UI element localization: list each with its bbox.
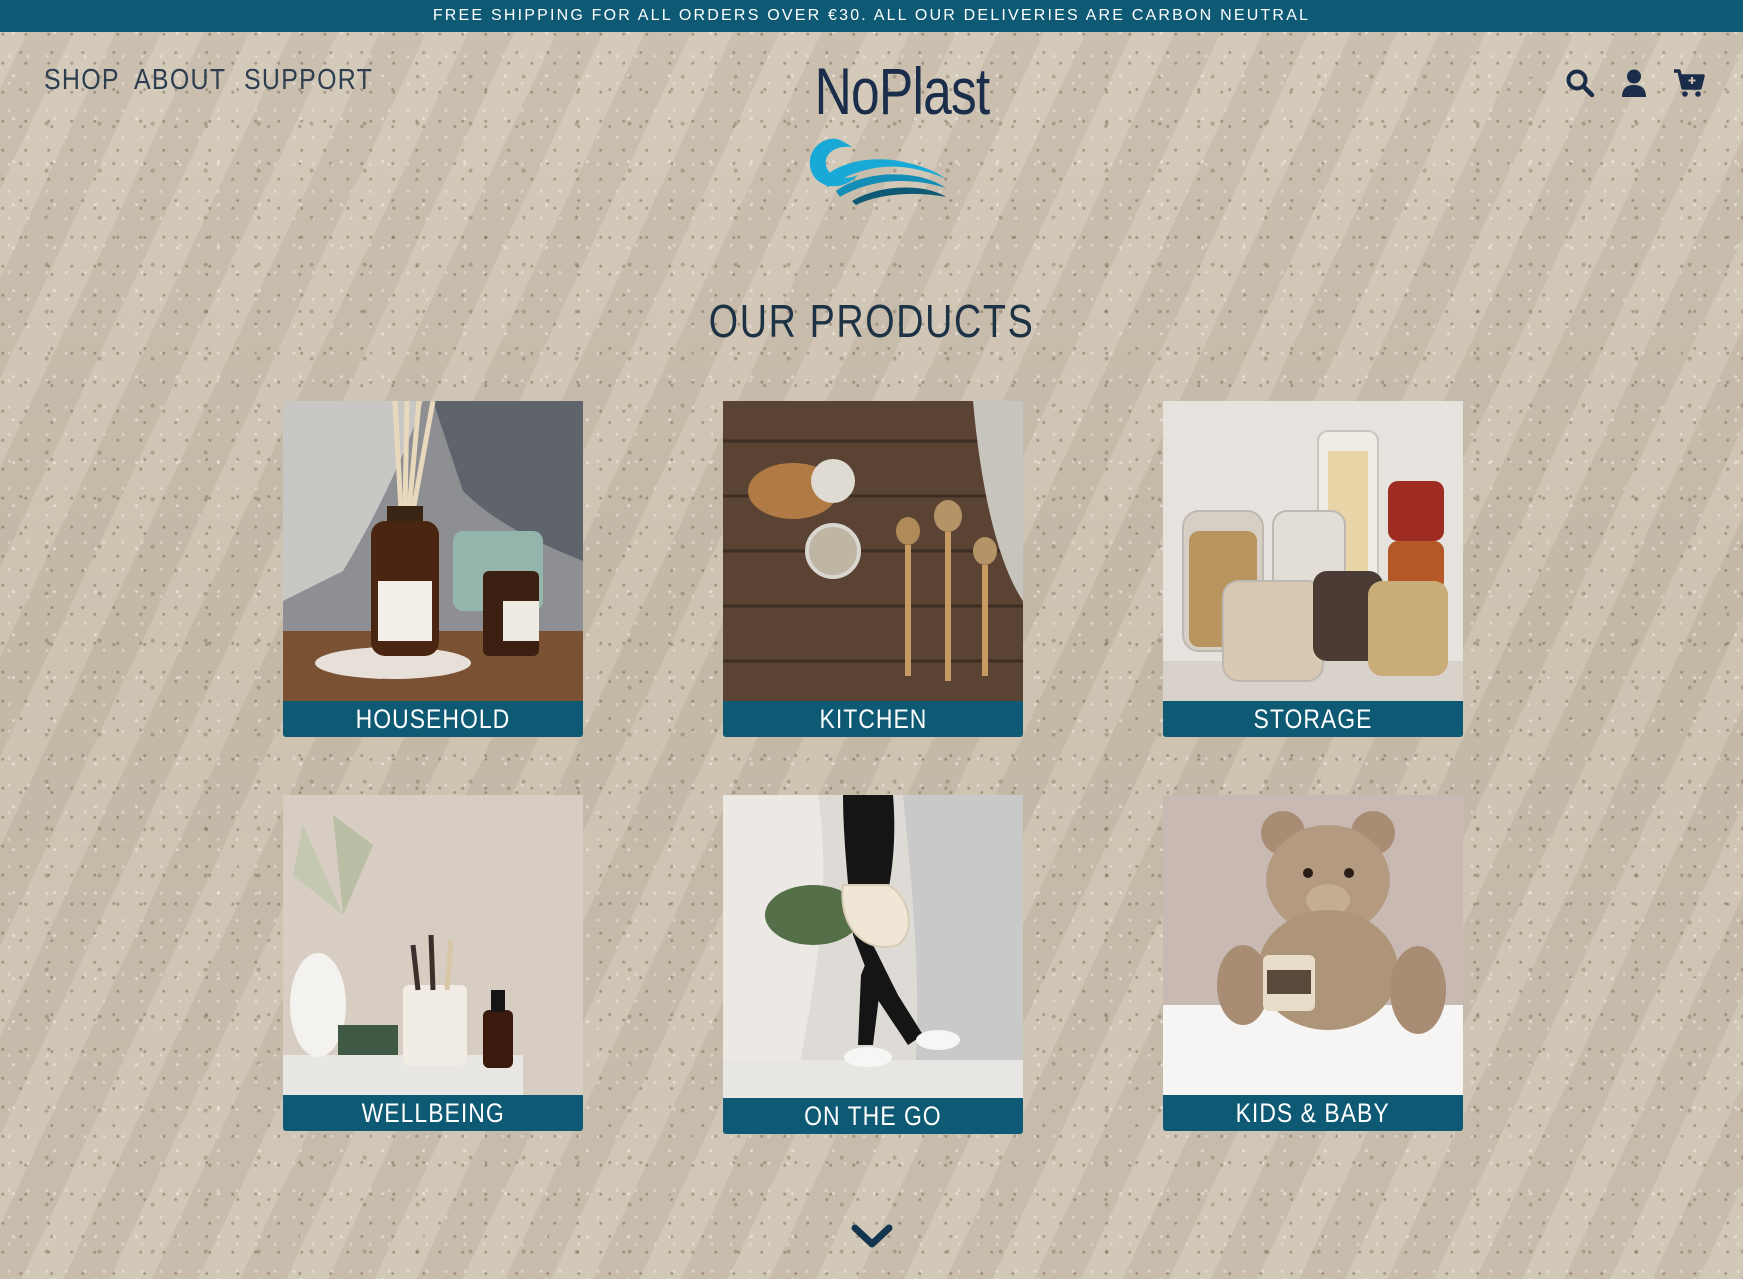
category-card-kitchen[interactable]: KITCHEN [723, 401, 1023, 737]
nav-support-link[interactable]: SUPPORT [244, 64, 373, 97]
category-card-wellbeing[interactable]: WELLBEING [283, 795, 583, 1131]
category-card-kids-baby[interactable]: KIDS & BABY [1163, 795, 1463, 1131]
category-card-household[interactable]: HOUSEHOLD [283, 401, 583, 737]
logo-wordmark: NoPlast [814, 54, 991, 128]
search-icon[interactable] [1565, 68, 1595, 98]
kitchen-image [723, 401, 1023, 701]
category-label: WELLBEING [283, 1095, 583, 1131]
shipping-banner: FREE SHIPPING FOR ALL ORDERS OVER €30. A… [0, 0, 1743, 32]
category-label: ON THE GO [723, 1098, 1023, 1134]
category-label: STORAGE [1163, 701, 1463, 737]
site-logo[interactable]: NoPlast [790, 55, 990, 205]
category-label: KIDS & BABY [1163, 1095, 1463, 1131]
category-card-on-the-go[interactable]: ON THE GO [723, 795, 1023, 1134]
storage-image [1163, 401, 1463, 701]
header-actions [1565, 68, 1705, 98]
shipping-banner-text: FREE SHIPPING FOR ALL ORDERS OVER €30. A… [432, 7, 1311, 24]
nav-shop-link[interactable]: SHOP [44, 64, 120, 97]
main-nav: SHOP ABOUT SUPPORT [44, 64, 394, 97]
on-the-go-image [723, 795, 1023, 1098]
wellbeing-image [283, 795, 583, 1095]
category-label: KITCHEN [723, 701, 1023, 737]
section-title: OUR PRODUCTS [708, 295, 1035, 347]
kids-baby-image [1163, 795, 1463, 1095]
wave-logo-icon [809, 138, 946, 205]
account-icon[interactable] [1619, 68, 1649, 98]
chevron-down-icon[interactable] [850, 1222, 894, 1252]
category-card-storage[interactable]: STORAGE [1163, 401, 1463, 737]
category-label: HOUSEHOLD [283, 701, 583, 737]
nav-about-link[interactable]: ABOUT [134, 64, 226, 97]
cart-icon[interactable] [1673, 68, 1705, 98]
household-image [283, 401, 583, 701]
